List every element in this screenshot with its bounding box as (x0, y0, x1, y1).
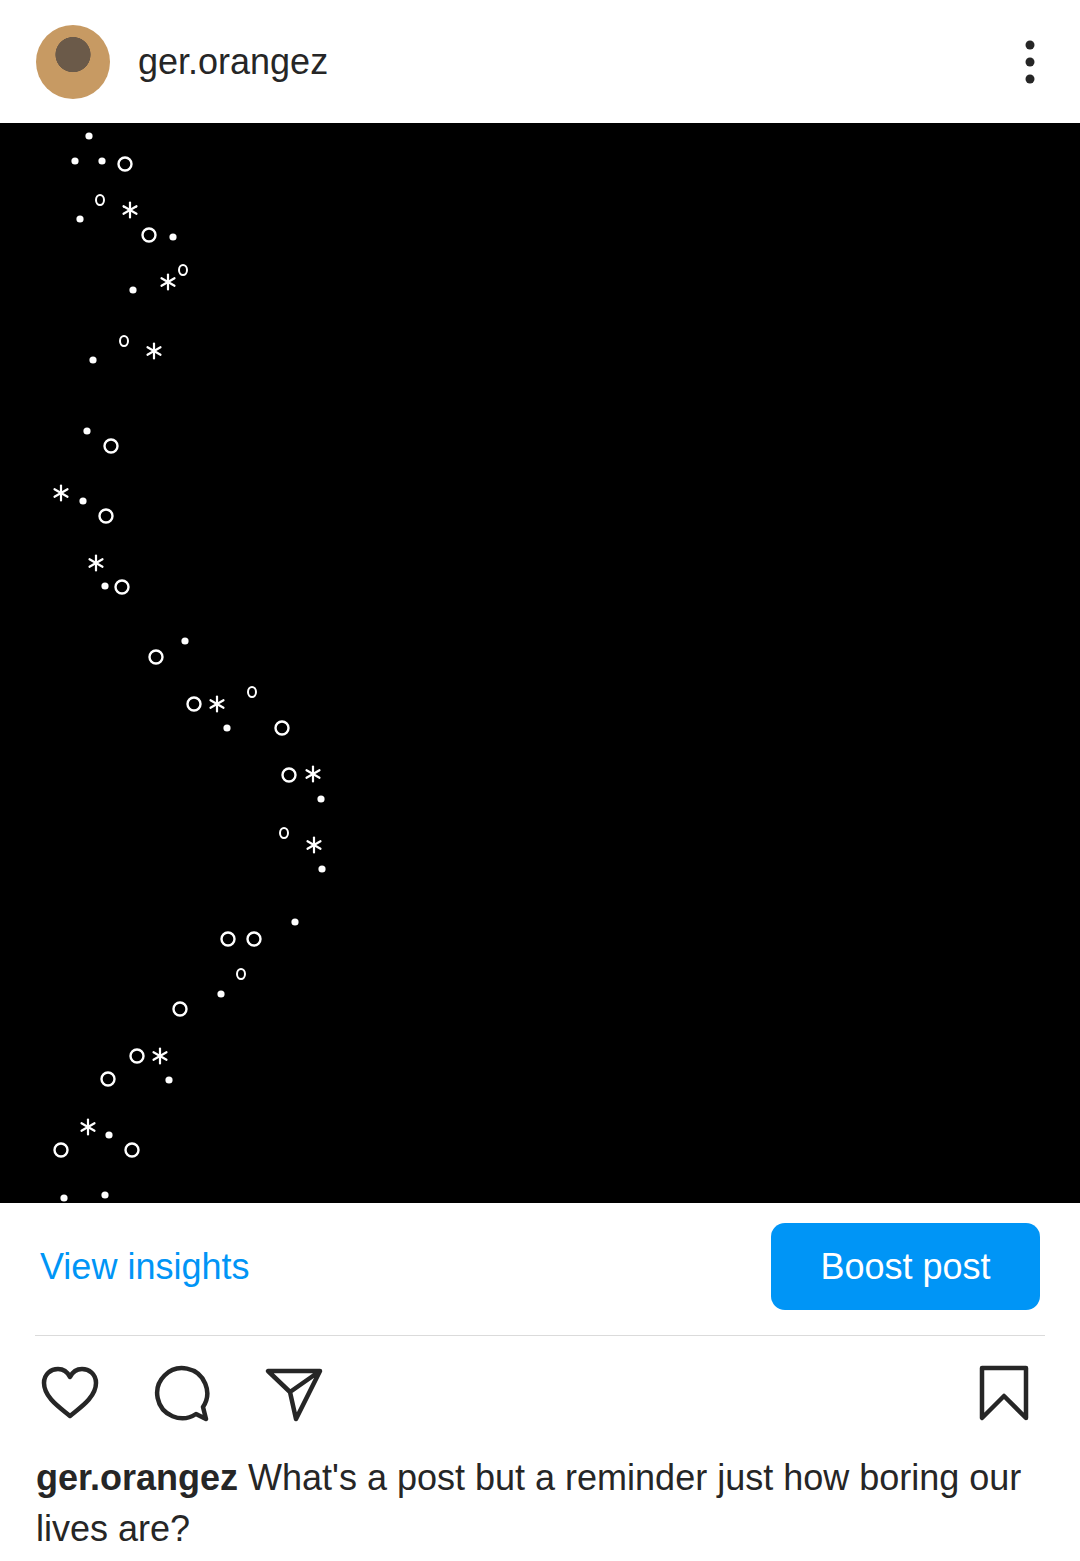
image-speck (85, 132, 92, 139)
image-speck (101, 1191, 108, 1198)
divider (35, 1335, 1045, 1336)
image-speck (82, 1120, 95, 1135)
image-speck (90, 556, 103, 571)
image-speck (101, 582, 108, 589)
image-speck (76, 215, 83, 222)
image-speck (116, 581, 129, 594)
image-speck (223, 724, 230, 731)
share-plane-icon[interactable] (264, 1364, 324, 1424)
image-speck (318, 865, 325, 872)
image-speck (188, 698, 201, 711)
image-speck (60, 1194, 67, 1201)
image-speck (150, 651, 163, 664)
image-speck (126, 1144, 139, 1157)
avatar[interactable] (36, 25, 110, 99)
image-speck (131, 1050, 144, 1063)
image-speck (276, 722, 289, 735)
image-speck (237, 969, 245, 979)
image-speck (98, 157, 105, 164)
username[interactable]: ger.orangez (138, 40, 328, 83)
image-speck (148, 344, 161, 359)
action-bar: View insights Boost post (0, 1203, 1080, 1335)
like-heart-icon[interactable] (40, 1364, 100, 1424)
image-speck (291, 918, 298, 925)
image-speck (308, 838, 321, 853)
image-speck (55, 486, 68, 501)
boost-post-button[interactable]: Boost post (771, 1223, 1040, 1310)
image-speck (280, 828, 288, 838)
image-speck (169, 233, 176, 240)
comment-bubble-icon[interactable] (152, 1364, 212, 1424)
caption-username[interactable]: ger.orangez (36, 1457, 238, 1498)
image-speck (79, 497, 86, 504)
image-speck (105, 440, 118, 453)
image-speck (102, 1073, 115, 1086)
image-speck (165, 1076, 172, 1083)
image-speck (181, 637, 188, 644)
image-speck (100, 510, 113, 523)
image-speck (162, 275, 175, 290)
image-speck (317, 795, 324, 802)
post-image[interactable] (0, 123, 1080, 1203)
image-speck (248, 933, 261, 946)
image-speck (283, 769, 296, 782)
post-header: ger.orangez (0, 0, 1080, 123)
caption: ger.orangezWhat's a post but a reminder … (0, 1450, 1080, 1561)
image-speck (179, 265, 187, 275)
icon-row (0, 1336, 1080, 1450)
image-speck (124, 203, 137, 218)
image-speck (217, 990, 224, 997)
view-insights-link[interactable]: View insights (40, 1241, 249, 1292)
image-speck (55, 1144, 68, 1157)
image-speck (120, 336, 128, 346)
image-speck (89, 356, 96, 363)
image-speck (307, 767, 320, 782)
image-speck (211, 697, 224, 712)
image-speck (154, 1049, 167, 1064)
image-speck (105, 1131, 112, 1138)
more-options-icon[interactable] (1020, 40, 1040, 84)
image-speck (174, 1003, 187, 1016)
image-speck (143, 229, 156, 242)
image-speck (119, 158, 132, 171)
image-speck (129, 286, 136, 293)
image-speck (83, 427, 90, 434)
image-speck (71, 157, 78, 164)
image-speck (222, 933, 235, 946)
image-speck (96, 195, 104, 205)
image-speck (248, 687, 256, 697)
save-bookmark-icon[interactable] (974, 1364, 1034, 1424)
